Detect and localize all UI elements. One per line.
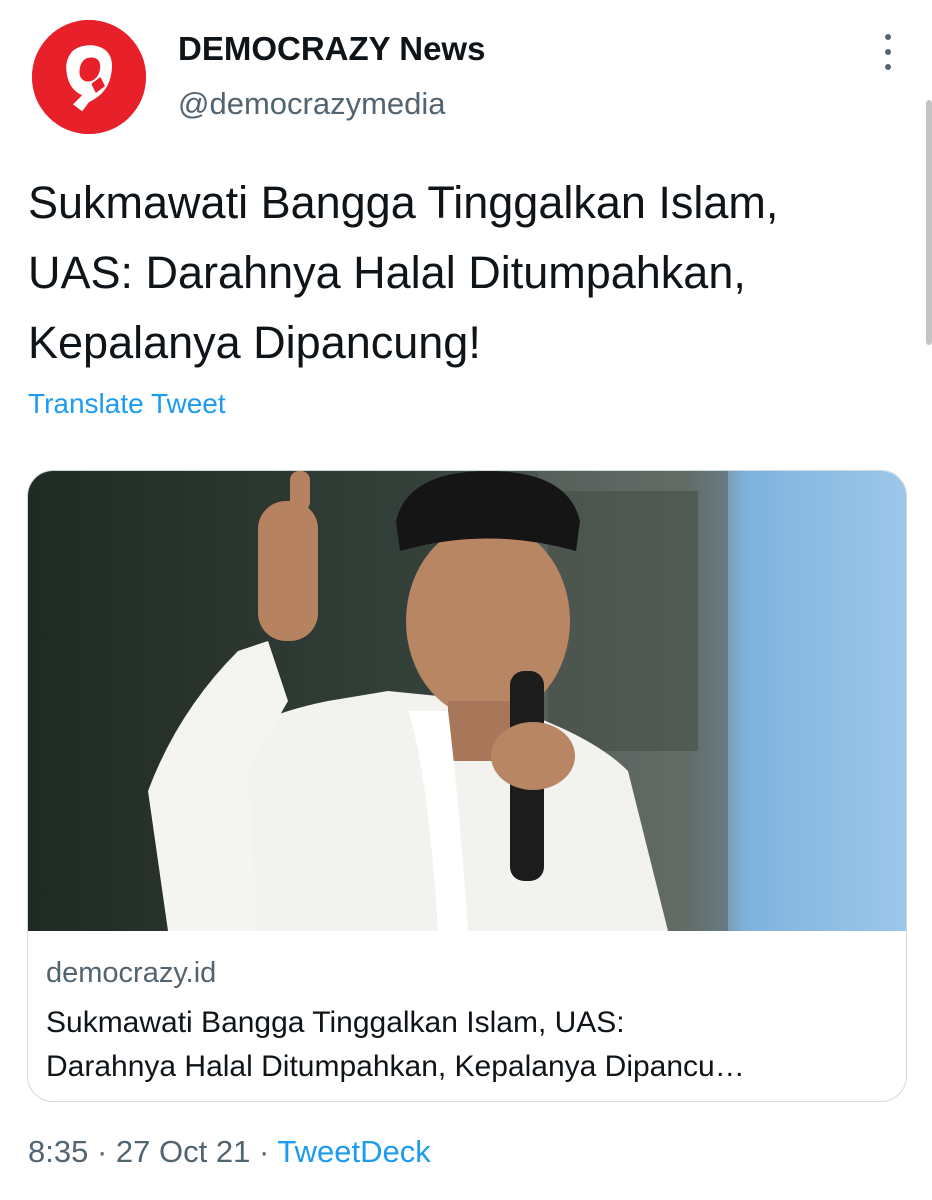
meta-separator: · xyxy=(258,1134,270,1169)
card-photo xyxy=(28,471,906,931)
card-domain: democrazy.id xyxy=(46,957,217,989)
tweet-meta: 8:35 · 27 Oct 21 · TweetDeck xyxy=(28,1134,431,1170)
tweet-text-line: UAS: Darahnya Halal Ditumpahkan, xyxy=(28,247,746,298)
more-vertical-icon xyxy=(885,49,891,55)
tweet-date[interactable]: 27 Oct 21 xyxy=(116,1134,250,1169)
democrazy-logo-icon xyxy=(32,20,146,134)
tweet-text-line: Kepalanya Dipancung! xyxy=(28,317,481,368)
author-name[interactable]: DEMOCRAZY News xyxy=(178,30,485,68)
card-title-line: Darahnya Halal Ditumpahkan, Kepalanya Di… xyxy=(46,1050,745,1083)
card-image[interactable] xyxy=(28,471,906,931)
tweet-time[interactable]: 8:35 xyxy=(28,1134,88,1169)
card-title: Sukmawati Bangga Tinggalkan Islam, UAS: … xyxy=(46,1001,886,1089)
card-title-line: Sukmawati Bangga Tinggalkan Islam, UAS: xyxy=(46,1006,625,1039)
tweet-text-line: Sukmawati Bangga Tinggalkan Islam, xyxy=(28,177,779,228)
more-vertical-icon xyxy=(885,64,891,70)
scrollbar[interactable] xyxy=(926,100,932,345)
more-options-button[interactable] xyxy=(874,34,902,70)
avatar[interactable] xyxy=(32,20,146,134)
tweet-text: Sukmawati Bangga Tinggalkan Islam, UAS: … xyxy=(28,168,908,378)
translate-tweet-link[interactable]: Translate Tweet xyxy=(28,388,226,420)
author-handle[interactable]: @democrazymedia xyxy=(178,86,446,122)
link-card[interactable]: democrazy.id Sukmawati Bangga Tinggalkan… xyxy=(27,470,907,1102)
meta-separator: · xyxy=(96,1134,108,1169)
tweet-source-link[interactable]: TweetDeck xyxy=(277,1134,430,1169)
more-vertical-icon xyxy=(885,34,891,40)
